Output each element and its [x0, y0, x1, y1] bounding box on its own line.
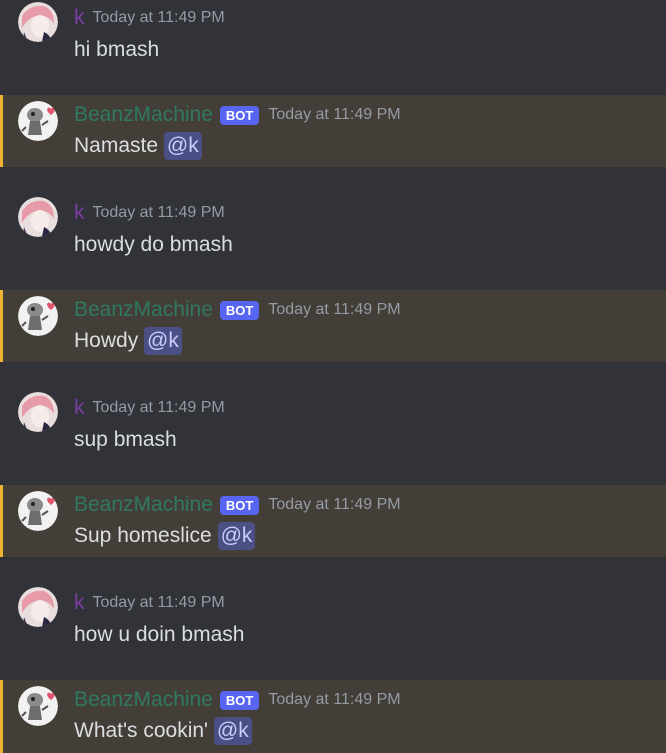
bot-avatar-icon[interactable] — [18, 686, 58, 726]
user-avatar-icon[interactable] — [18, 587, 58, 627]
message-text: sup bmash — [74, 428, 177, 451]
user-avatar-icon[interactable] — [18, 2, 58, 42]
timestamp[interactable]: Today at 11:49 PM — [93, 204, 225, 222]
message-item: k Today at 11:49 PM howdy do bmash — [0, 167, 666, 290]
message-text: how u doin bmash — [74, 623, 245, 646]
username[interactable]: BeanzMachine — [74, 298, 213, 322]
username[interactable]: k — [74, 591, 85, 615]
message-text: hi bmash — [74, 38, 160, 61]
bot-avatar-icon[interactable] — [18, 101, 58, 141]
bot-avatar-icon[interactable] — [18, 491, 58, 531]
message-header: BeanzMachine BOT Today at 11:49 PM — [74, 688, 401, 712]
message-item: k Today at 11:49 PM hi bmash — [0, 0, 666, 95]
message-header: BeanzMachine BOT Today at 11:49 PM — [74, 103, 401, 127]
username[interactable]: k — [74, 201, 85, 225]
message-content: Namaste @k — [74, 132, 202, 160]
message-text: howdy do bmash — [74, 233, 233, 256]
message-header: BeanzMachine BOT Today at 11:49 PM — [74, 298, 401, 322]
bot-tag: BOT — [219, 690, 260, 710]
message-content: howdy do bmash — [74, 231, 233, 259]
bot-avatar-icon[interactable] — [18, 296, 58, 336]
timestamp[interactable]: Today at 11:49 PM — [93, 594, 225, 612]
user-mention[interactable]: @k — [213, 717, 252, 745]
message-item: BeanzMachine BOT Today at 11:49 PM Namas… — [0, 95, 666, 167]
message-content: Howdy @k — [74, 327, 182, 355]
message-text: Namaste — [74, 134, 159, 157]
timestamp[interactable]: Today at 11:49 PM — [268, 496, 400, 514]
message-text: What's cookin' — [74, 719, 209, 742]
bot-tag: BOT — [219, 105, 260, 125]
timestamp[interactable]: Today at 11:49 PM — [268, 106, 400, 124]
message-header: k Today at 11:49 PM — [74, 6, 225, 30]
message-item: BeanzMachine BOT Today at 11:49 PM What'… — [0, 680, 666, 753]
message-content: Sup homeslice @k — [74, 522, 256, 550]
timestamp[interactable]: Today at 11:49 PM — [93, 399, 225, 417]
username[interactable]: BeanzMachine — [74, 493, 213, 517]
user-mention[interactable]: @k — [217, 522, 256, 550]
message-text: Howdy — [74, 329, 139, 352]
username[interactable]: k — [74, 396, 85, 420]
message-item: k Today at 11:49 PM how u doin bmash — [0, 557, 666, 680]
timestamp[interactable]: Today at 11:49 PM — [268, 301, 400, 319]
user-mention[interactable]: @k — [144, 327, 182, 355]
message-content: sup bmash — [74, 426, 177, 454]
username[interactable]: BeanzMachine — [74, 688, 213, 712]
user-avatar-icon[interactable] — [18, 197, 58, 237]
message-text: Sup homeslice — [74, 524, 212, 547]
user-avatar-icon[interactable] — [18, 392, 58, 432]
message-header: k Today at 11:49 PM — [74, 201, 225, 225]
bot-tag: BOT — [219, 300, 260, 320]
message-item: BeanzMachine BOT Today at 11:49 PM Howdy… — [0, 290, 666, 362]
chat-log: k Today at 11:49 PM hi bmash BeanzMachin… — [0, 0, 666, 753]
message-content: how u doin bmash — [74, 621, 244, 649]
message-content: What's cookin' @k — [74, 717, 252, 745]
message-header: BeanzMachine BOT Today at 11:49 PM — [74, 493, 401, 517]
timestamp[interactable]: Today at 11:49 PM — [93, 9, 225, 27]
message-content: hi bmash — [74, 36, 159, 64]
message-item: k Today at 11:49 PM sup bmash — [0, 362, 666, 485]
user-mention[interactable]: @k — [163, 132, 202, 160]
message-header: k Today at 11:49 PM — [74, 591, 225, 615]
message-item: BeanzMachine BOT Today at 11:49 PM Sup h… — [0, 485, 666, 557]
timestamp[interactable]: Today at 11:49 PM — [268, 691, 400, 709]
username[interactable]: k — [74, 6, 85, 30]
bot-tag: BOT — [219, 495, 260, 515]
message-header: k Today at 11:49 PM — [74, 396, 225, 420]
username[interactable]: BeanzMachine — [74, 103, 213, 127]
